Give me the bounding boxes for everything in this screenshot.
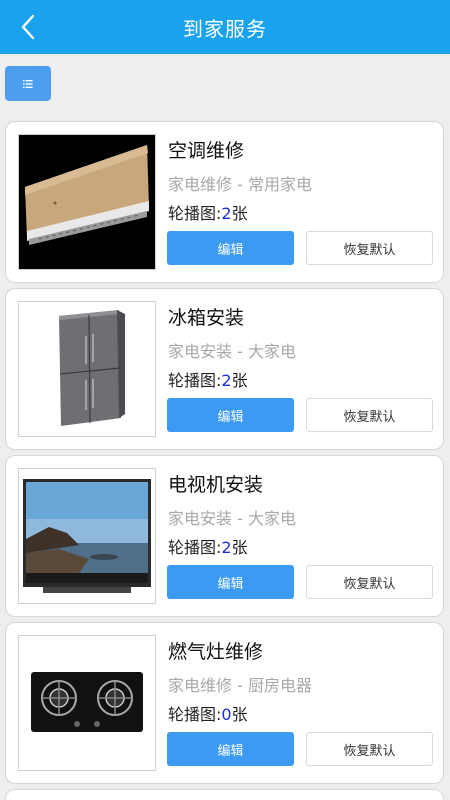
service-thumbnail bbox=[18, 468, 156, 604]
service-thumbnail bbox=[18, 134, 156, 270]
carousel-count-value: 2 bbox=[221, 371, 232, 390]
carousel-count-label: 轮播图: bbox=[168, 204, 222, 223]
service-thumbnail bbox=[18, 301, 156, 437]
edit-button[interactable]: 编辑 bbox=[167, 732, 294, 766]
app-header: 到家服务 bbox=[0, 0, 450, 54]
carousel-count-label: 轮播图: bbox=[168, 538, 222, 557]
service-card: 电视机安装 家电安装 - 大家电 轮播图:2张 编辑 恢复默认 bbox=[5, 455, 444, 617]
service-card-partial bbox=[5, 789, 444, 800]
service-card: 燃气灶维修 家电维修 - 厨房电器 轮播图:0张 编辑 恢复默认 bbox=[5, 622, 444, 784]
carousel-count: 轮播图:2张 bbox=[168, 534, 248, 558]
restore-default-button[interactable]: 恢复默认 bbox=[306, 231, 433, 265]
air-conditioner-image bbox=[19, 135, 155, 269]
gas-stove-image bbox=[19, 636, 155, 770]
carousel-count-value: 0 bbox=[221, 705, 232, 724]
carousel-count-label: 轮播图: bbox=[168, 705, 222, 724]
edit-button[interactable]: 编辑 bbox=[167, 565, 294, 599]
carousel-count: 轮播图:0张 bbox=[168, 701, 248, 725]
service-card: 空调维修 家电维修 - 常用家电 轮播图:2张 编辑 恢复默认 bbox=[5, 121, 444, 283]
service-category: 家电维修 - 常用家电 bbox=[168, 175, 312, 194]
toolbar bbox=[0, 54, 450, 114]
restore-default-button[interactable]: 恢复默认 bbox=[306, 732, 433, 766]
restore-default-button[interactable]: 恢复默认 bbox=[306, 398, 433, 432]
television-image bbox=[19, 469, 155, 603]
carousel-count-unit: 张 bbox=[231, 705, 248, 724]
service-thumbnail bbox=[18, 635, 156, 771]
service-title: 空调维修 bbox=[168, 140, 245, 162]
service-title: 燃气灶维修 bbox=[168, 641, 264, 663]
service-title: 电视机安装 bbox=[168, 474, 264, 496]
edit-button[interactable]: 编辑 bbox=[167, 398, 294, 432]
list-icon bbox=[23, 79, 33, 88]
menu-button[interactable] bbox=[5, 66, 51, 101]
carousel-count-unit: 张 bbox=[231, 204, 248, 223]
page-title: 到家服务 bbox=[183, 16, 267, 41]
carousel-count-unit: 张 bbox=[231, 538, 248, 557]
carousel-count-label: 轮播图: bbox=[168, 371, 222, 390]
carousel-count-value: 2 bbox=[221, 538, 232, 557]
service-category: 家电安装 - 大家电 bbox=[168, 342, 296, 361]
refrigerator-image bbox=[19, 302, 155, 436]
carousel-count-value: 2 bbox=[221, 204, 232, 223]
carousel-count: 轮播图:2张 bbox=[168, 200, 248, 224]
service-card: 冰箱安装 家电安装 - 大家电 轮播图:2张 编辑 恢复默认 bbox=[5, 288, 444, 450]
chevron-left-icon bbox=[21, 14, 35, 40]
restore-default-button[interactable]: 恢复默认 bbox=[306, 565, 433, 599]
carousel-count-unit: 张 bbox=[231, 371, 248, 390]
service-title: 冰箱安装 bbox=[168, 307, 245, 329]
edit-button[interactable]: 编辑 bbox=[167, 231, 294, 265]
back-button[interactable] bbox=[12, 10, 44, 44]
carousel-count: 轮播图:2张 bbox=[168, 367, 248, 391]
service-category: 家电维修 - 厨房电器 bbox=[168, 676, 312, 695]
service-category: 家电安装 - 大家电 bbox=[168, 509, 296, 528]
